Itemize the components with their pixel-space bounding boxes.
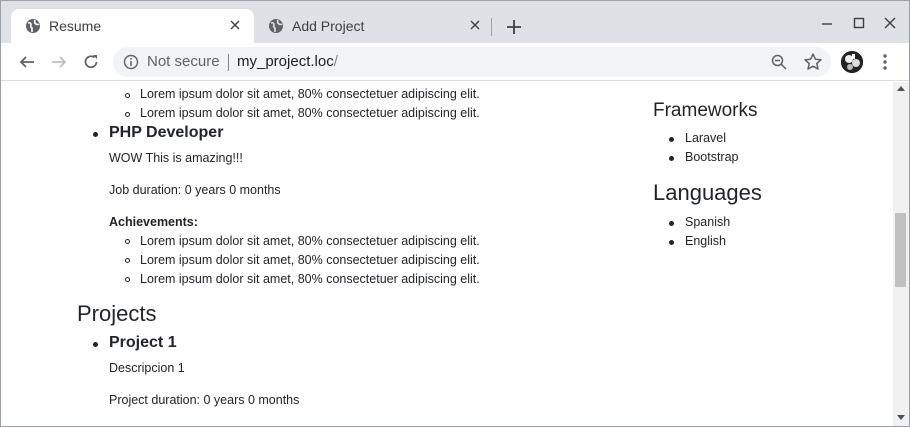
info-icon[interactable] (123, 54, 139, 70)
bullet (125, 239, 130, 244)
bullet (93, 132, 98, 137)
tab-resume[interactable]: Resume (11, 9, 254, 43)
language-item: English (685, 234, 726, 248)
job-description: WOW This is amazing!!! (109, 151, 243, 165)
bullet (93, 342, 98, 347)
framework-item: Bootstrap (685, 150, 739, 164)
bullet (125, 277, 130, 282)
achievements-label: Achievements: (109, 215, 198, 229)
project-title: Project 1 (109, 334, 177, 351)
achievement-item: Lorem ipsum dolor sit amet, 80% consecte… (140, 272, 480, 286)
url-host: my_project.loc (237, 53, 334, 70)
tab-title: Add Project (292, 18, 365, 34)
bookmark-star-icon[interactable] (803, 52, 823, 72)
bullet (125, 93, 130, 98)
bullet (669, 137, 674, 142)
vertical-scrollbar[interactable] (893, 82, 909, 426)
close-icon (884, 17, 896, 29)
avatar-icon (841, 51, 863, 73)
bullet (669, 240, 674, 245)
frameworks-heading: Frameworks (653, 100, 758, 121)
maximize-button[interactable] (845, 9, 873, 37)
forward-button[interactable] (45, 48, 73, 76)
back-button[interactable] (13, 48, 41, 76)
minimize-button[interactable] (813, 9, 841, 37)
maximize-icon (853, 17, 865, 29)
reload-icon (84, 55, 98, 69)
zoom-out-icon[interactable] (770, 53, 788, 71)
arrow-left-icon (19, 56, 34, 68)
languages-heading: Languages (653, 180, 762, 205)
kebab-menu-icon (883, 54, 887, 70)
tab-strip: Resume Add Project (1, 1, 909, 43)
language-item: Spanish (685, 215, 731, 229)
profile-avatar[interactable] (841, 51, 863, 73)
new-tab-button[interactable] (502, 15, 526, 39)
job-duration: Job duration: 0 years 0 months (109, 183, 281, 197)
url-path: / (333, 53, 338, 70)
framework-item: Laravel (685, 131, 726, 145)
globe-icon (26, 19, 40, 33)
browser-toolbar: Not secure my_project.loc/ (1, 43, 909, 81)
url-text[interactable]: my_project.loc/ (237, 53, 338, 70)
project-description: Descripcion 1 (109, 361, 185, 375)
tab-title: Resume (49, 18, 102, 34)
bullet (125, 112, 130, 117)
bullet (669, 221, 674, 226)
minimize-icon (822, 23, 832, 25)
close-window-button[interactable] (876, 9, 904, 37)
bullet (125, 258, 130, 263)
browser-menu-button[interactable] (875, 52, 895, 72)
plus-icon (507, 20, 521, 34)
scrollbar-thumb[interactable] (895, 213, 906, 287)
project-duration: Project duration: 0 years 0 months (109, 393, 300, 407)
browser-window: Resume Add Project Not secure my_project… (0, 0, 910, 427)
security-label[interactable]: Not secure (147, 53, 220, 70)
scroll-up-arrow-icon[interactable] (897, 86, 905, 91)
achievement-item: Lorem ipsum dolor sit amet, 80% consecte… (140, 87, 480, 101)
page-content: Lorem ipsum dolor sit amet, 80% consecte… (1, 82, 893, 426)
projects-heading: Projects (77, 301, 157, 326)
achievement-item: Lorem ipsum dolor sit amet, 80% consecte… (140, 106, 480, 120)
bullet (669, 156, 674, 161)
achievement-item: Lorem ipsum dolor sit amet, 80% consecte… (140, 253, 480, 267)
job-title: PHP Developer (109, 124, 224, 141)
tab-add-project[interactable]: Add Project (254, 9, 494, 43)
reload-button[interactable] (77, 48, 105, 76)
close-tab-icon[interactable] (226, 16, 244, 34)
achievement-item: Lorem ipsum dolor sit amet, 80% consecte… (140, 234, 480, 248)
omnibox-divider (228, 54, 229, 71)
globe-icon (269, 19, 283, 33)
close-tab-icon[interactable] (466, 16, 484, 34)
tab-separator (491, 18, 492, 36)
arrow-right-icon (52, 56, 67, 68)
scroll-down-arrow-icon[interactable] (897, 415, 905, 420)
address-bar[interactable]: Not secure my_project.loc/ (113, 47, 831, 77)
